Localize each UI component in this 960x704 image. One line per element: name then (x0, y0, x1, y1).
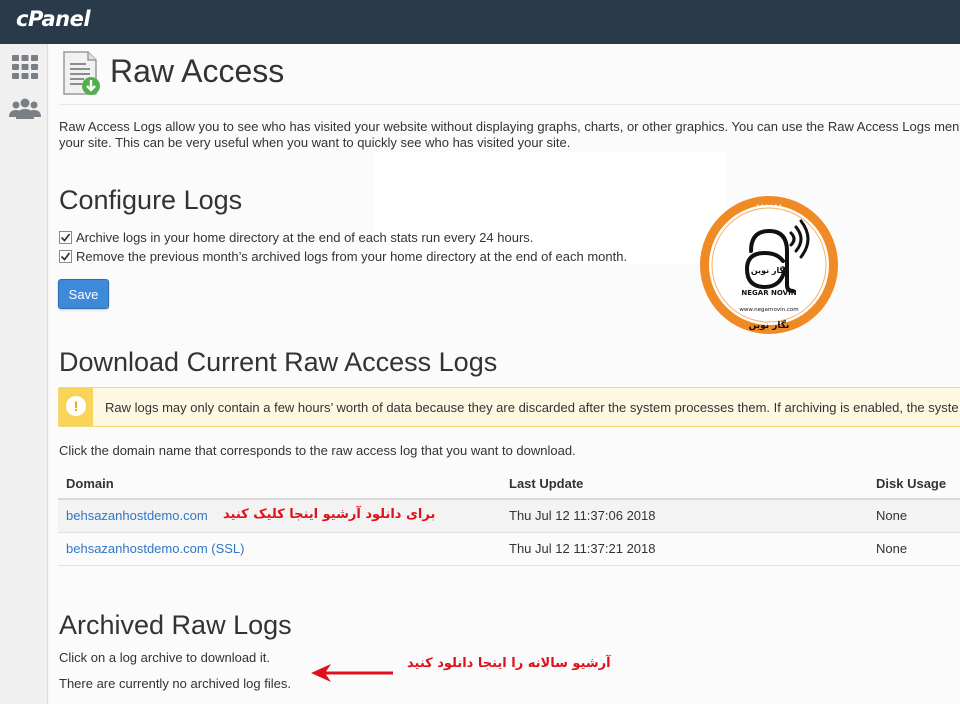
last-update-cell: Thu Jul 12 11:37:21 2018 (501, 532, 868, 566)
sidebar (0, 44, 48, 704)
alert-stripe: ! (59, 388, 93, 426)
archive-logs-option[interactable]: Archive logs in your home directory at t… (59, 228, 533, 246)
table-row: behsazanhostdemo.com Thu Jul 12 11:37:06… (58, 499, 960, 533)
disk-usage-cell: None (868, 532, 960, 566)
description-line-1: Raw Access Logs allow you to see who has… (59, 119, 960, 134)
raw-access-download-icon (62, 50, 102, 99)
remove-archived-checkbox[interactable] (59, 249, 72, 263)
annotation-arrow-icon (309, 662, 395, 687)
column-disk-usage[interactable]: Disk Usage (868, 469, 960, 500)
remove-archived-option[interactable]: Remove the previous month’s archived log… (59, 247, 627, 265)
archive-logs-checkbox[interactable] (59, 230, 72, 244)
yearly-archive-annotation: آرشیو سالانه را اینجا دانلود کنید (407, 656, 611, 671)
remove-archived-label: Remove the previous month’s archived log… (76, 248, 628, 264)
domain-download-link[interactable]: behsazanhostdemo.com (66, 508, 208, 523)
last-update-cell: Thu Jul 12 11:37:06 2018 (501, 499, 868, 533)
main-content: Raw Access Raw Access Logs allow you to … (49, 44, 960, 704)
domain-cell: behsazanhostdemo.com (SSL) (58, 532, 501, 566)
raw-logs-table: Domain Last Update Disk Usage behsazanho… (58, 469, 960, 566)
page-header: Raw Access (59, 48, 960, 105)
archived-logs-heading: Archived Raw Logs (59, 610, 292, 640)
download-logs-heading: Download Current Raw Access Logs (59, 347, 498, 377)
archived-instruction: Click on a log archive to download it. (59, 650, 271, 665)
table-row: behsazanhostdemo.com (SSL) Thu Jul 12 11… (58, 532, 960, 566)
configure-logs-heading: Configure Logs (59, 185, 243, 215)
domain-ssl-download-link[interactable]: behsazanhostdemo.com (SSL) (66, 541, 244, 556)
logo-persian-name: نگار نوین (751, 265, 787, 275)
warning-alert: ! Raw logs may only contain a few hours’… (58, 387, 960, 427)
archive-logs-label: Archive logs in your home directory at t… (76, 229, 534, 245)
download-instruction: Click the domain name that corresponds t… (59, 443, 576, 458)
grid-icon[interactable] (8, 50, 42, 84)
top-bar: cPanel (0, 0, 960, 44)
disk-usage-cell: None (868, 499, 960, 533)
users-icon[interactable] (8, 92, 42, 126)
description-line-2: your site. This can be very useful when … (59, 135, 571, 150)
page-title: Raw Access (110, 53, 285, 89)
table-header-row: Domain Last Update Disk Usage (58, 469, 960, 500)
negar-novin-logo: • • • • • • نگار نوین نگار نوین NEGAR NO… (699, 195, 839, 335)
download-archive-annotation: برای دانلود آرشیو اینجا کلیک کنید (223, 507, 436, 522)
alert-message: Raw logs may only contain a few hours’ w… (105, 400, 959, 415)
column-domain[interactable]: Domain (58, 469, 501, 500)
warning-icon: ! (66, 396, 86, 416)
cpanel-logo[interactable]: cPanel (16, 7, 91, 31)
logo-brand-text: NEGAR NOVIN (741, 289, 796, 297)
save-button[interactable]: Save (58, 279, 109, 309)
no-archives-message: There are currently no archived log file… (59, 676, 291, 691)
svg-text:• • • • • •: • • • • • • (756, 203, 782, 209)
logo-persian-footer: نگار نوین (749, 319, 790, 331)
column-last-update[interactable]: Last Update (501, 469, 868, 500)
page-description: Raw Access Logs allow you to see who has… (59, 119, 960, 151)
logo-url: www.negarnovin.com (739, 307, 798, 313)
